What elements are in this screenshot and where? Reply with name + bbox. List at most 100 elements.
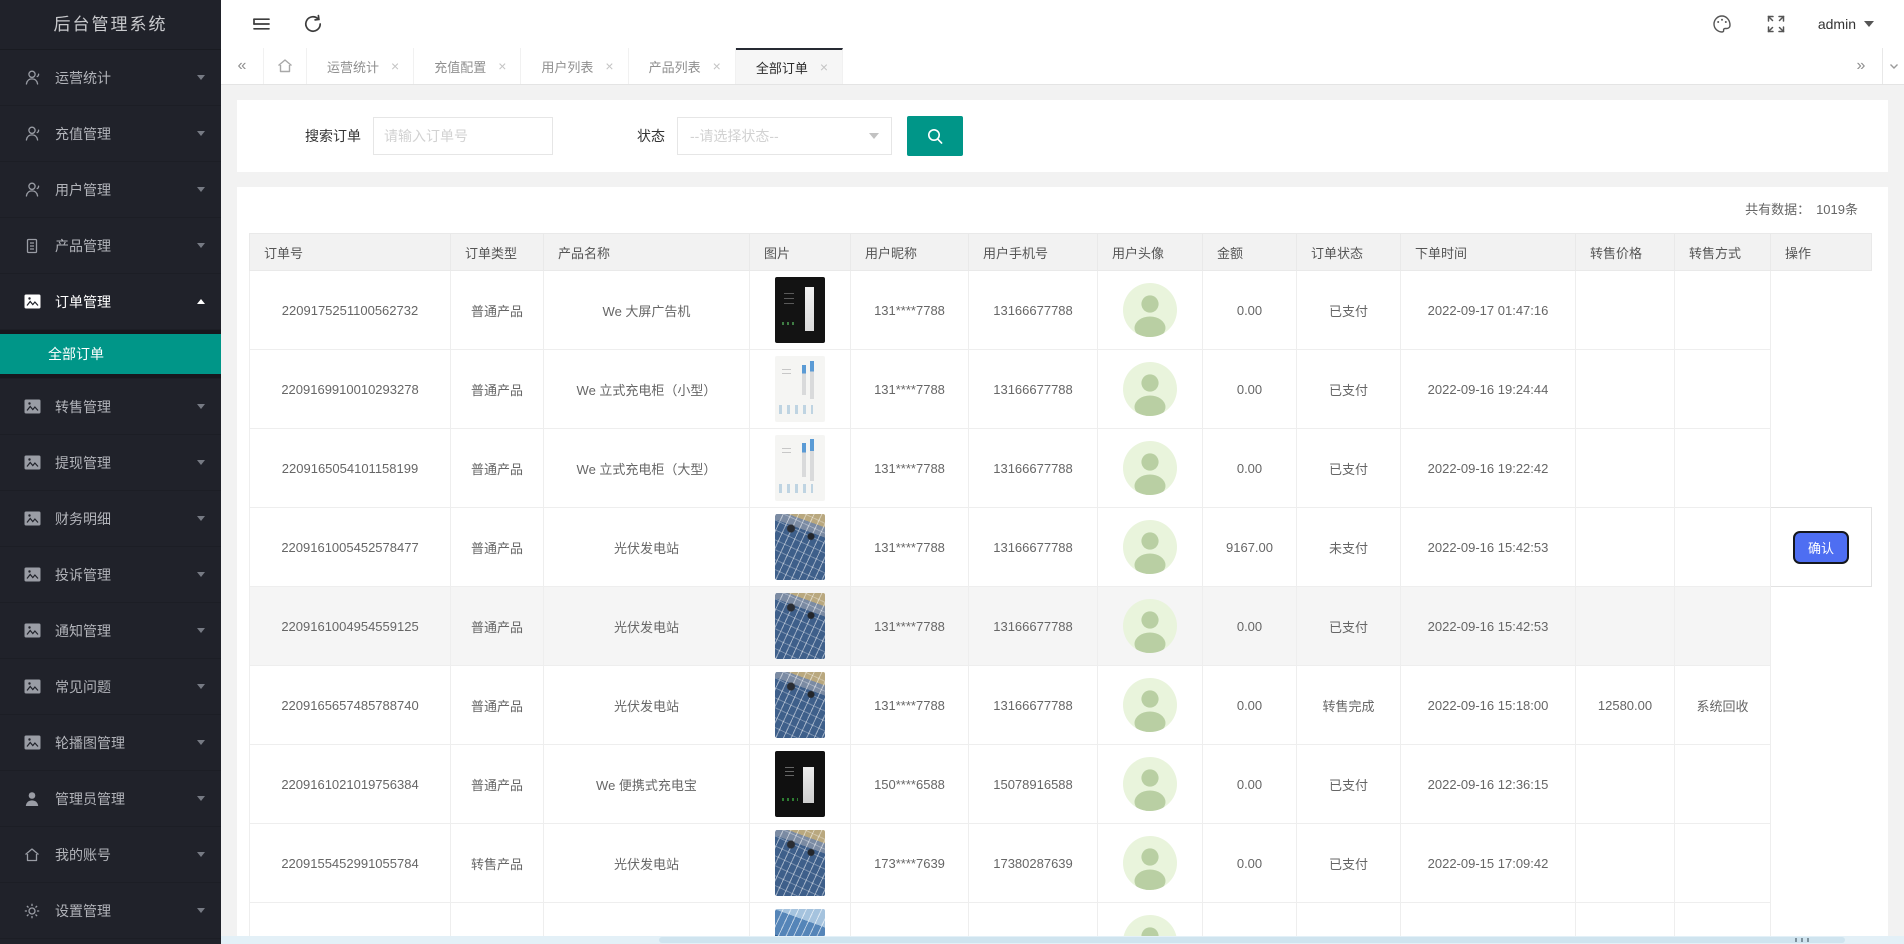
cell-phone: 17380287639 (969, 824, 1098, 903)
status-select[interactable]: --请选择状态-- (677, 117, 892, 155)
status-label: 状态 (637, 126, 665, 146)
tab-list-dropdown-button[interactable] (1882, 48, 1904, 84)
user-icon (22, 180, 42, 200)
chevron-down-icon (197, 908, 205, 913)
orders-panel: 共有数据：1019条 订单号订单类型产品名称图片用户昵称用户手机号用户头像金额订… (237, 187, 1888, 944)
column-header: 产品名称 (544, 234, 750, 271)
search-panel: 搜索订单 状态 --请选择状态-- (237, 100, 1888, 172)
column-header: 转售价格 (1576, 234, 1675, 271)
tab-5[interactable]: 全部订单× (736, 48, 843, 84)
search-button[interactable] (907, 116, 963, 156)
sidebar-item-label: 通知管理 (55, 621, 111, 641)
close-icon[interactable]: × (391, 59, 399, 73)
sidebar-item[interactable]: 提现管理 (0, 435, 221, 491)
tab-4[interactable]: 产品列表× (629, 48, 736, 84)
search-order-label: 搜索订单 (305, 126, 361, 146)
sidebar-item[interactable]: 转售管理 (0, 379, 221, 435)
action-cell (1771, 745, 1872, 824)
sidebar-item[interactable]: 用户管理 (0, 162, 221, 218)
sidebar-item[interactable]: 充值管理 (0, 106, 221, 162)
sidebar-item[interactable]: 产品管理 (0, 218, 221, 274)
tab-home[interactable] (263, 48, 307, 84)
cell-status: 已支付 (1297, 350, 1401, 429)
cell-resale-price (1576, 745, 1675, 824)
sidebar-item[interactable]: 管理员管理 (0, 771, 221, 827)
action-cell: 确认 (1771, 508, 1872, 587)
cell-type: 普通产品 (451, 350, 544, 429)
sidebar-item-label: 轮播图管理 (55, 733, 125, 753)
scrollbar-thumb[interactable] (659, 937, 1846, 943)
chevron-down-icon (197, 572, 205, 577)
user-avatar (1123, 836, 1177, 890)
fullscreen-icon[interactable] (1762, 10, 1790, 38)
confirm-button[interactable]: 确认 (1793, 531, 1849, 564)
sidebar-subitem[interactable]: 全部订单 (0, 334, 221, 374)
cell-nickname: 131****7788 (851, 271, 969, 350)
cell-time: 2022-09-16 12:36:15 (1401, 745, 1576, 824)
image-icon (22, 509, 42, 529)
tab-2[interactable]: 充值配置× (414, 48, 521, 84)
product-image (775, 751, 825, 817)
close-icon[interactable]: × (820, 60, 828, 74)
user-avatar-cell (1098, 350, 1203, 429)
chevron-down-icon (197, 460, 205, 465)
user-filled-icon (22, 789, 42, 809)
cell-status: 已支付 (1297, 587, 1401, 666)
sidebar-item[interactable]: 我的账号 (0, 827, 221, 883)
product-image-cell (750, 271, 851, 350)
cell-type: 普通产品 (451, 666, 544, 745)
order-row: 2209169910010293278普通产品We 立式充电柜（小型）131**… (250, 350, 1872, 429)
tab-1[interactable]: 运营统计× (307, 48, 414, 84)
cell-resale-price (1576, 508, 1675, 587)
close-icon[interactable]: × (605, 59, 613, 73)
sidebar-item[interactable]: 财务明细 (0, 491, 221, 547)
sidebar-item[interactable]: 投诉管理 (0, 547, 221, 603)
user-avatar-cell (1098, 587, 1203, 666)
user-avatar (1123, 441, 1177, 495)
scroll-tabs-right-button[interactable]: » (1840, 48, 1882, 84)
order-row: 2209161004954559125普通产品光伏发电站131****77881… (250, 587, 1872, 666)
product-image-cell (750, 824, 851, 903)
product-image (775, 830, 825, 896)
column-header: 用户手机号 (969, 234, 1098, 271)
product-image (775, 277, 825, 343)
close-icon[interactable]: × (713, 59, 721, 73)
tab-3[interactable]: 用户列表× (521, 48, 628, 84)
status-select-value: --请选择状态-- (690, 126, 779, 146)
collapse-menu-icon[interactable] (247, 10, 275, 38)
product-image (775, 514, 825, 580)
user-avatar (1123, 678, 1177, 732)
user-avatar-cell (1098, 666, 1203, 745)
sidebar-item-label: 运营统计 (55, 68, 111, 88)
chevron-down-icon (197, 796, 205, 801)
order-search-input[interactable] (373, 117, 553, 155)
cell-resale-price (1576, 350, 1675, 429)
refresh-icon[interactable] (299, 10, 327, 38)
horizontal-scrollbar[interactable] (221, 936, 1904, 944)
cell-time: 2022-09-16 15:18:00 (1401, 666, 1576, 745)
total-count-label: 共有数据： (1745, 202, 1810, 217)
close-icon[interactable]: × (498, 59, 506, 73)
cell-time: 2022-09-16 19:24:44 (1401, 350, 1576, 429)
action-cell (1771, 587, 1872, 666)
user-avatar (1123, 362, 1177, 416)
sidebar-item[interactable]: 轮播图管理 (0, 715, 221, 771)
theme-palette-icon[interactable] (1708, 10, 1736, 38)
user-avatar (1123, 520, 1177, 574)
sidebar-item[interactable]: 订单管理 (0, 274, 221, 330)
tab-list: 运营统计×充值配置×用户列表×产品列表×全部订单× (307, 48, 843, 84)
cell-amount: 9167.00 (1203, 508, 1297, 587)
sidebar-item[interactable]: 常见问题 (0, 659, 221, 715)
cell-nickname: 150****6588 (851, 745, 969, 824)
sidebar-item[interactable]: 运营统计 (0, 50, 221, 106)
user-menu[interactable]: admin (1818, 16, 1874, 32)
cell-nickname: 131****7788 (851, 429, 969, 508)
cell-phone: 13166677788 (969, 271, 1098, 350)
image-icon (22, 292, 42, 312)
column-header: 转售方式 (1675, 234, 1771, 271)
chevron-down-icon (197, 404, 205, 409)
sidebar-item[interactable]: 通知管理 (0, 603, 221, 659)
scroll-tabs-left-button[interactable]: « (221, 48, 263, 84)
sidebar-item[interactable]: 设置管理 (0, 883, 221, 939)
chevron-down-icon (197, 516, 205, 521)
